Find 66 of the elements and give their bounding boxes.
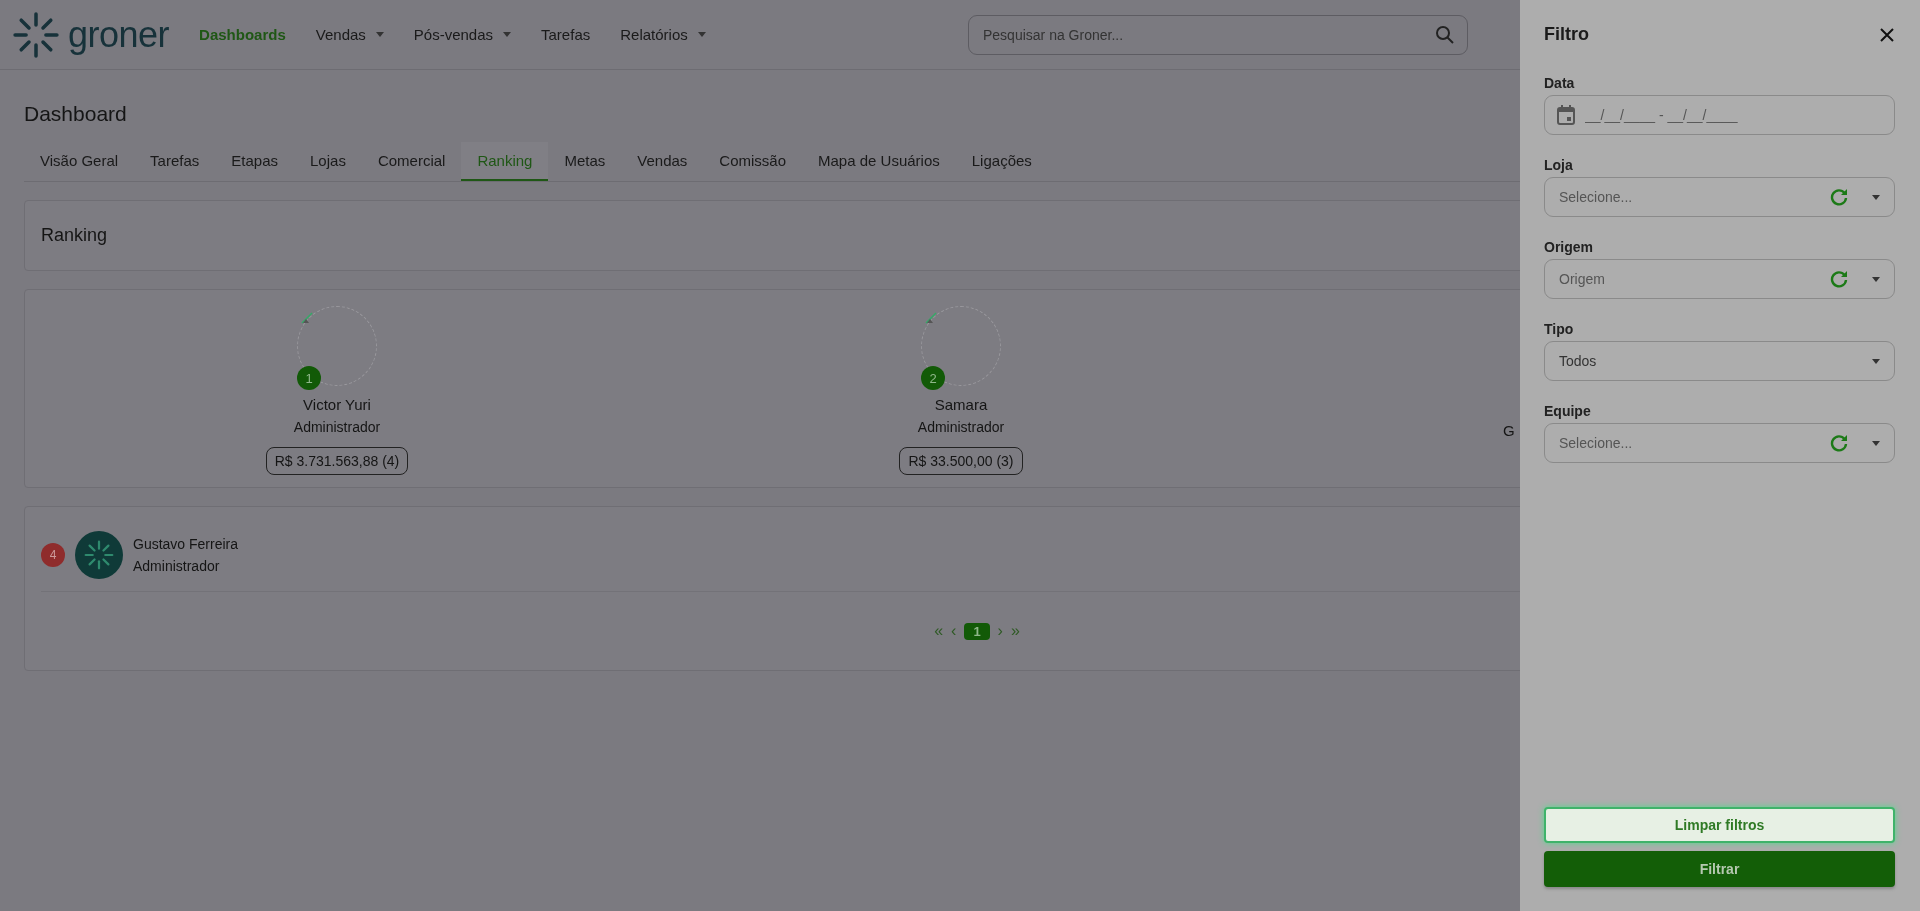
tab[interactable]: Visão Geral	[24, 142, 135, 181]
user-name: Samara	[934, 396, 988, 413]
refresh-icon[interactable]	[1830, 434, 1848, 452]
field-label: Loja	[1544, 157, 1574, 173]
clear-filters-button[interactable]: Limpar filtros	[1544, 807, 1895, 843]
logo-icon	[12, 10, 60, 59]
tab[interactable]: Etapas	[215, 142, 294, 181]
select-input[interactable]: Origem	[1557, 270, 1822, 288]
select-input[interactable]: Todos	[1557, 352, 1848, 370]
nav-link[interactable]: Tarefas	[541, 26, 591, 43]
search-icon	[1435, 24, 1455, 45]
logo-text: groner	[68, 13, 170, 56]
select-input[interactable]: Selecione...	[1557, 188, 1822, 206]
date-range-field[interactable]: __/__/____ - __/__/____	[1544, 95, 1895, 135]
select-field[interactable]: Todos	[1544, 341, 1895, 381]
caret-icon	[1872, 194, 1880, 200]
page-title: Dashboard	[24, 102, 127, 126]
tab[interactable]: Comercial	[361, 142, 462, 181]
search-input[interactable]: Pesquisar na Groner...	[981, 25, 1435, 44]
field-label: Data	[1544, 75, 1576, 91]
filter-button[interactable]: Filtrar	[1544, 851, 1895, 887]
select-input[interactable]: Selecione...	[1557, 434, 1822, 452]
select-field[interactable]: Selecione...	[1544, 177, 1895, 217]
select-field[interactable]: Selecione...	[1544, 423, 1895, 463]
search-field[interactable]: Pesquisar na Groner...	[968, 14, 1468, 55]
user-role: Administrador	[917, 419, 1005, 435]
caret-icon	[1872, 276, 1880, 282]
user-name: Gustavo Ferreira	[133, 536, 239, 552]
caret-icon	[1872, 358, 1880, 364]
tab[interactable]: Vendas	[621, 142, 704, 181]
user-name: Victor Yuri	[303, 396, 371, 413]
nav-link[interactable]: Vendas	[315, 26, 384, 43]
user-role: Administrador	[293, 419, 381, 435]
tab[interactable]: Lojas	[294, 142, 362, 181]
page-link[interactable]: 1	[964, 622, 990, 640]
field-label: Tipo	[1544, 321, 1575, 337]
avatar-logo-icon	[75, 531, 123, 579]
sales-total: R$ 33.500,00 (3)	[899, 447, 1023, 475]
nav-link[interactable]: Pós-vendas	[413, 26, 512, 43]
section-title: Ranking	[41, 225, 108, 245]
user-name: G	[1503, 422, 1515, 439]
rank-badge: 2	[921, 366, 945, 390]
tab[interactable]: Tarefas	[134, 142, 216, 181]
tab[interactable]: Comissão	[703, 142, 803, 181]
tab[interactable]: Ligações	[955, 142, 1048, 181]
broken-image-icon	[301, 312, 313, 324]
select-field[interactable]: Origem	[1544, 259, 1895, 299]
field-label: Origem	[1544, 239, 1594, 255]
tab[interactable]: Ranking	[461, 142, 549, 181]
refresh-icon[interactable]	[1830, 188, 1848, 206]
user-role: Administrador	[133, 558, 221, 574]
caret-icon	[1872, 440, 1880, 446]
tab[interactable]: Metas	[548, 142, 622, 181]
field-label: Equipe	[1544, 403, 1592, 419]
close-icon	[1879, 26, 1895, 43]
refresh-icon[interactable]	[1830, 270, 1848, 288]
sales-total: R$ 3.731.563,88 (4)	[265, 447, 409, 475]
nav-link[interactable]: Relatórios	[620, 26, 706, 43]
broken-image-icon	[925, 312, 937, 324]
date-input[interactable]: __/__/____ - __/__/____	[1583, 106, 1880, 124]
rank-badge: 1	[297, 366, 321, 390]
tab[interactable]: Mapa de Usuários	[802, 142, 956, 181]
calendar-icon	[1557, 105, 1575, 125]
close-button[interactable]	[1879, 26, 1895, 43]
panel-title: Filtro	[1544, 24, 1589, 45]
rank-badge: 4	[41, 543, 65, 567]
